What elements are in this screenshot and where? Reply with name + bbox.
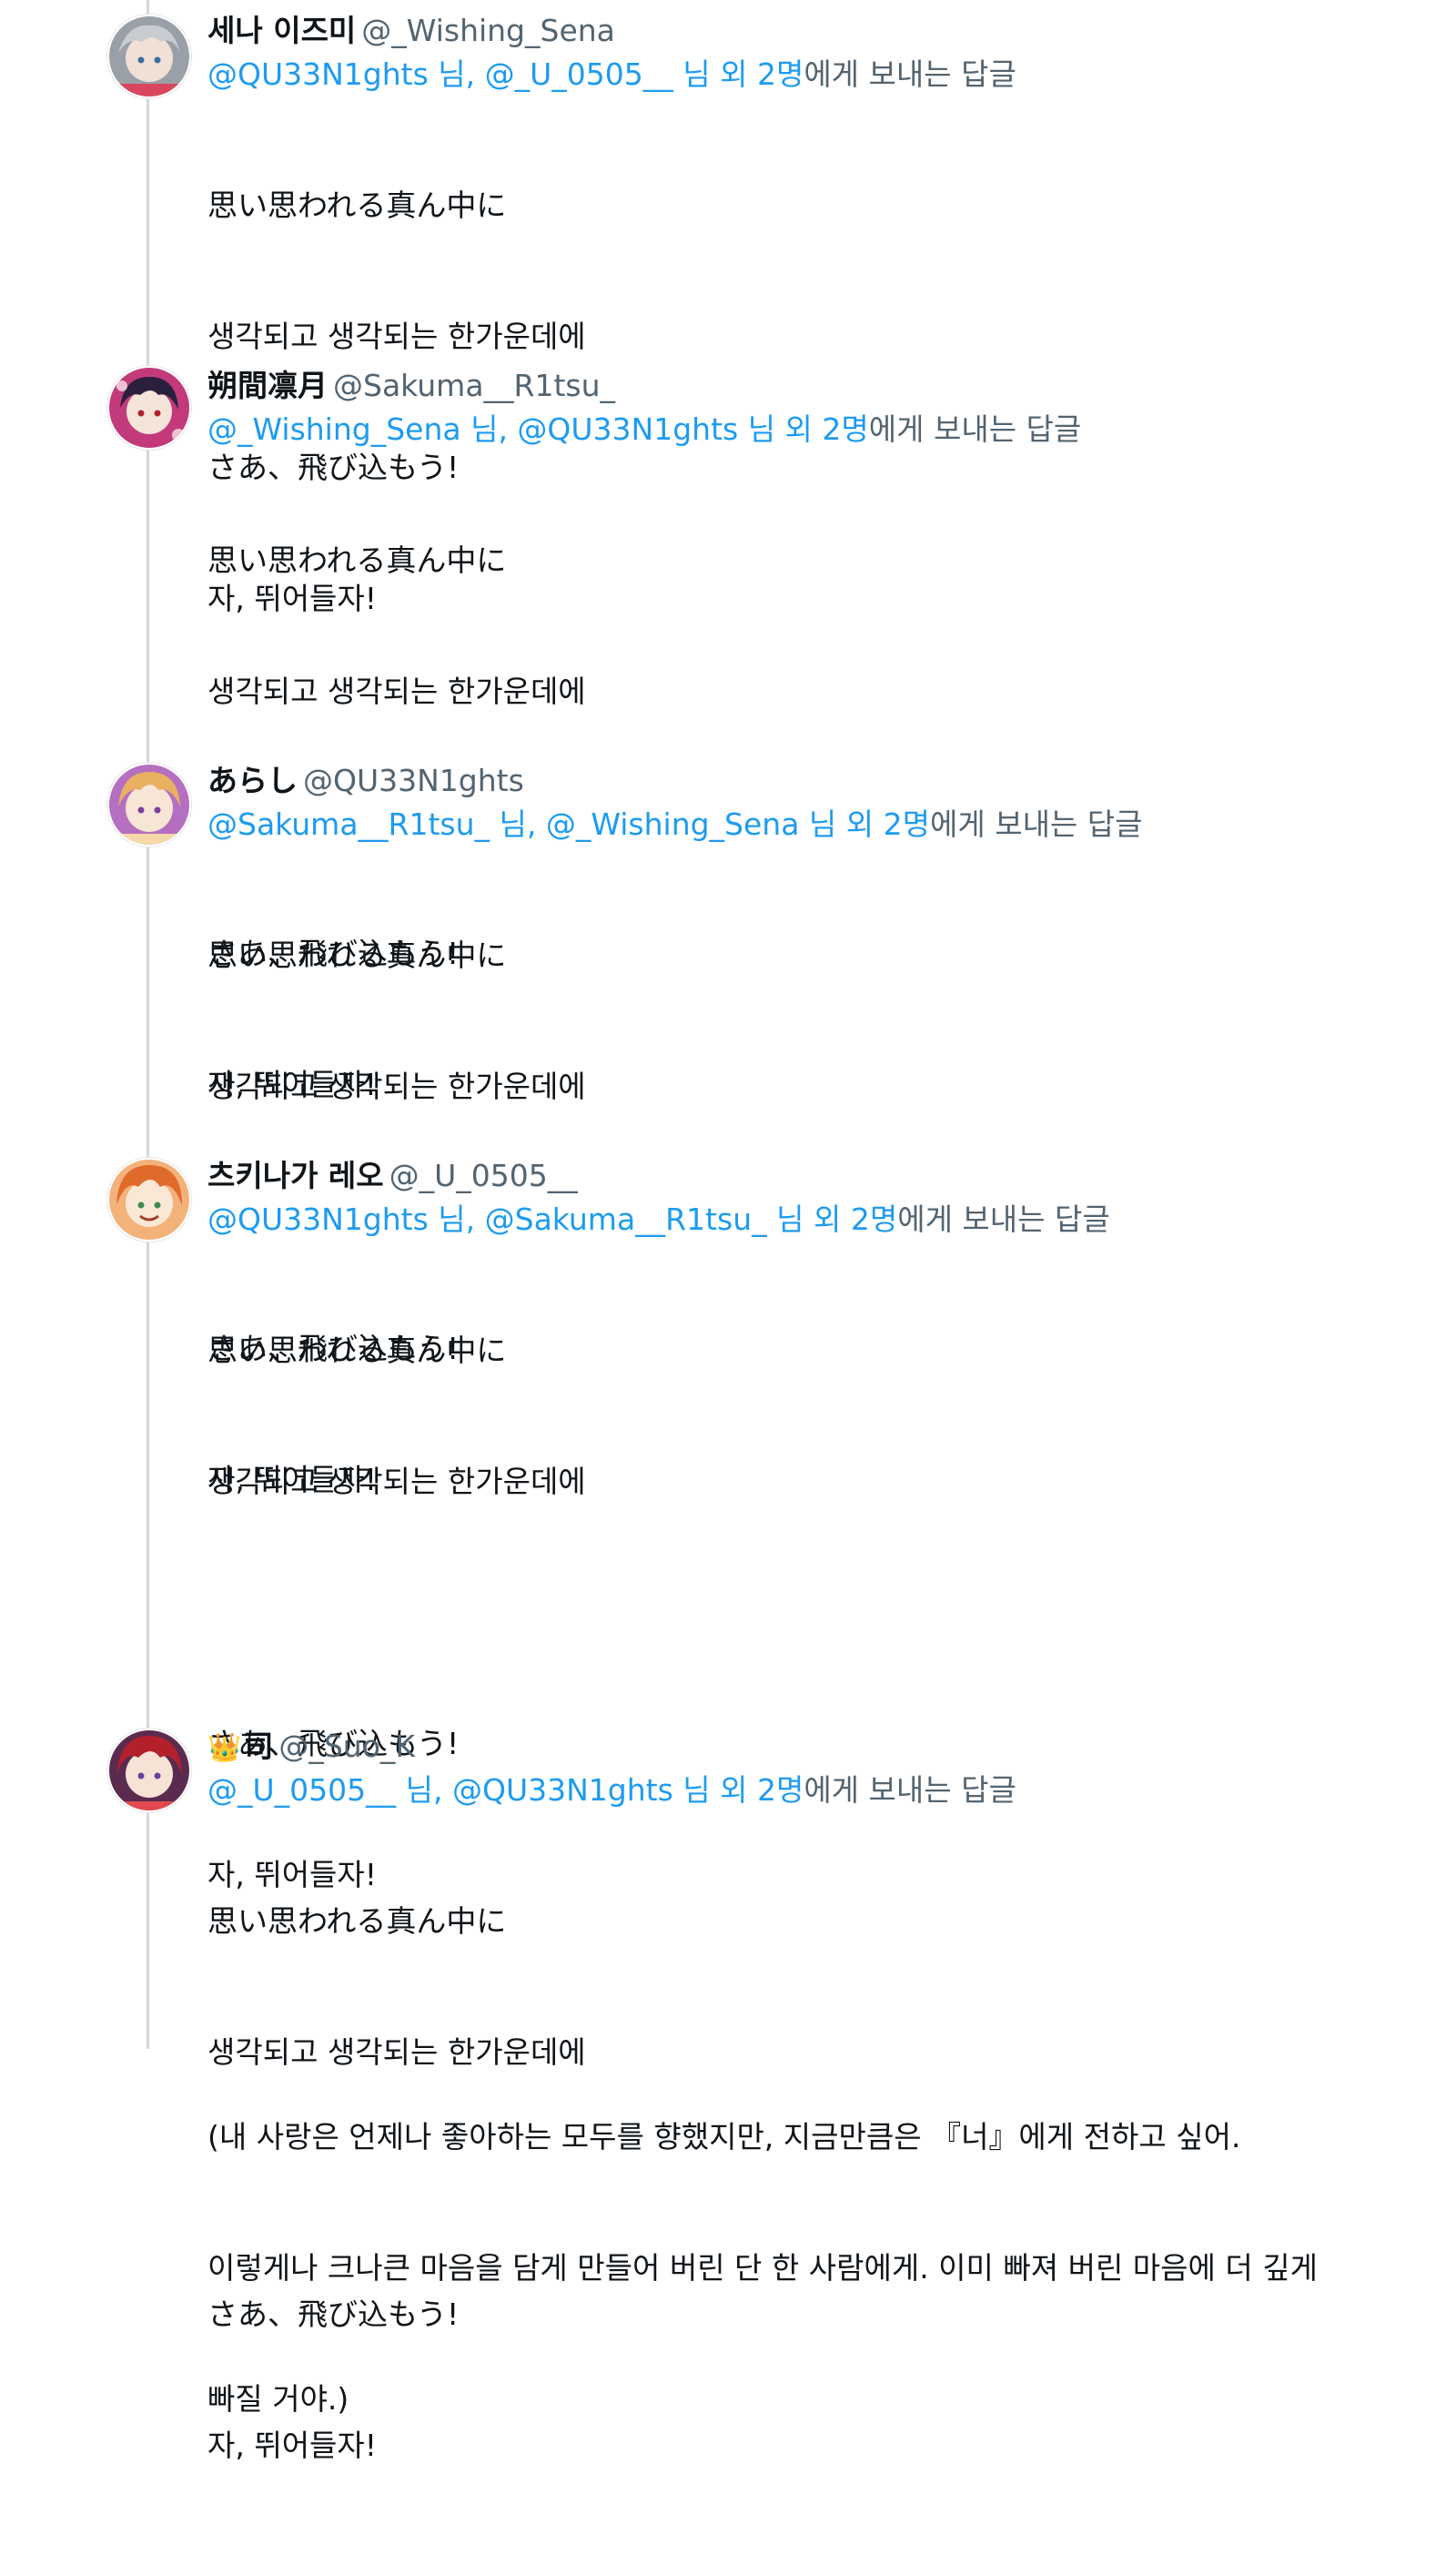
tweet-text-line: さあ、飛び込もう! <box>207 2296 460 2332</box>
replying-to: @_Wishing_Sena 님, @QU33N1ghts 님 외 2명에게 보… <box>207 408 1390 451</box>
display-name[interactable]: 츠키나가 레오 <box>207 1158 384 1193</box>
avatar-image <box>109 368 189 448</box>
tweet-text-line: 思い思われる真ん中に <box>207 1903 507 1939</box>
user-handle[interactable]: @_U_0505__ <box>389 1158 578 1193</box>
tweet-text-line: 생각되고 생각되는 한가운데에 <box>207 674 586 709</box>
reply-mentions-link[interactable]: @_Wishing_Sena 님, @QU33N1ghts 님 외 2명 <box>207 411 869 447</box>
tweet-text-line: 생각되고 생각되는 한가운데에 <box>207 2034 586 2070</box>
reply-suffix: 에게 보내는 답글 <box>868 411 1082 447</box>
tweet-text: 思い思われる真ん中に 생각되고 생각되는 한가운데에 さあ、飛び込もう! 자, … <box>207 1812 1390 2555</box>
tweet-text-line: 思い思われる真ん中に <box>207 1333 507 1368</box>
avatar-image <box>109 1730 189 1810</box>
reply-suffix: 에게 보내는 답글 <box>930 806 1143 842</box>
user-handle[interactable]: @_Suo_K <box>278 1729 415 1764</box>
crown-emoji-icon: 👑 <box>207 1732 242 1764</box>
user-handle[interactable]: @_Wishing_Sena <box>361 13 615 48</box>
display-name[interactable]: 朔間凛月 <box>207 368 328 403</box>
reply-mentions-link[interactable]: @QU33N1ghts 님, @_U_0505__ 님 외 2명 <box>207 56 804 92</box>
reply-suffix: 에게 보내는 답글 <box>804 1772 1016 1808</box>
avatar-image <box>109 1160 189 1240</box>
user-handle[interactable]: @QU33N1ghts <box>303 763 524 798</box>
avatar[interactable] <box>107 15 191 98</box>
tweet-text-line <box>207 2162 1390 2205</box>
display-name[interactable]: あらし <box>207 763 298 798</box>
tweet-text-line: 생각되고 생각되는 한가운데에 <box>207 1464 586 1499</box>
avatar[interactable] <box>107 1729 191 1812</box>
avatar-image <box>109 765 189 845</box>
reply-mentions-link[interactable]: @Sakuma__R1tsu_ 님, @_Wishing_Sena 님 외 2명 <box>207 806 930 842</box>
avatar[interactable] <box>107 1158 191 1242</box>
reply-suffix: 에게 보내는 답글 <box>897 1201 1110 1237</box>
replying-to: @QU33N1ghts 님, @Sakuma__R1tsu_ 님 외 2명에게 … <box>207 1198 1390 1242</box>
tweet-text-line: 생각되고 생각되는 한가운데에 <box>207 1069 586 1104</box>
avatar-image <box>109 16 189 96</box>
replying-to: @QU33N1ghts 님, @_U_0505__ 님 외 2명에게 보내는 답… <box>207 53 1390 96</box>
tweet-text-line: 자, 뛰어들자! <box>207 2428 378 2463</box>
reply-suffix: 에게 보내는 답글 <box>804 56 1016 92</box>
tweet-text-line: 思い思われる真ん中に <box>207 542 507 578</box>
reply-mentions-link[interactable]: @_U_0505__ 님, @QU33N1ghts 님 외 2명 <box>207 1772 804 1808</box>
user-handle[interactable]: @Sakuma__R1tsu_ <box>333 368 615 403</box>
avatar[interactable] <box>107 763 191 847</box>
tweet-text-line: 思い思われる真ん中に <box>207 938 507 973</box>
avatar[interactable] <box>107 366 191 450</box>
replying-to: @_U_0505__ 님, @QU33N1ghts 님 외 2명에게 보내는 답… <box>207 1769 1390 1812</box>
tweet-text-line: 생각되고 생각되는 한가운데에 <box>207 319 586 354</box>
tweet-text-line: 思い思われる真ん中に <box>207 188 507 223</box>
replying-to: @Sakuma__R1tsu_ 님, @_Wishing_Sena 님 외 2명… <box>207 803 1390 847</box>
tweet-text-line <box>207 1591 1390 1635</box>
display-name[interactable]: 司 <box>243 1729 273 1764</box>
reply-mentions-link[interactable]: @QU33N1ghts 님, @Sakuma__R1tsu_ 님 외 2명 <box>207 1201 897 1237</box>
display-name[interactable]: 세나 이즈미 <box>207 13 356 48</box>
